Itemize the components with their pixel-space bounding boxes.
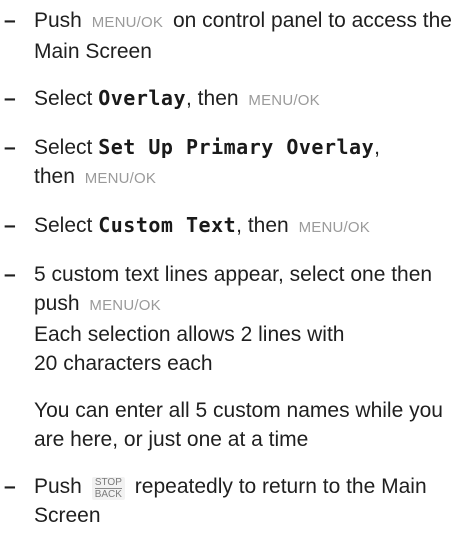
- step-4: – Select Custom Text, then MENU/OK: [0, 211, 471, 242]
- menu-ok-button-label: MENU/OK: [91, 14, 164, 31]
- step-text: , then: [186, 87, 239, 110]
- step-text: then: [34, 165, 75, 188]
- bullet-dash: –: [4, 214, 16, 237]
- bullet-dash: –: [4, 136, 16, 159]
- bullet-dash: –: [4, 87, 16, 110]
- step-text: Push: [34, 475, 82, 498]
- stop-key-label: STOP: [94, 477, 122, 488]
- step-text: Select: [34, 87, 93, 110]
- bullet-dash: –: [4, 9, 16, 32]
- step-6: – Push STOP BACK repeatedly to return to…: [0, 472, 471, 530]
- lcd-menu-item-overlay: Overlay: [98, 86, 187, 110]
- instruction-list: – Push MENU/OK on control panel to acces…: [0, 6, 471, 548]
- lcd-menu-item-custom-text: Custom Text: [98, 213, 237, 237]
- step-5: – 5 custom text lines appear, select one…: [0, 260, 471, 454]
- lcd-menu-item-set-up-primary-overlay: Set Up Primary Overlay: [98, 135, 375, 159]
- step-text: Push: [34, 9, 82, 32]
- step-3: – Select Set Up Primary Overlay, then ME…: [0, 133, 471, 193]
- step-2: – Select Overlay, then MENU/OK: [0, 84, 471, 115]
- step-text: ,: [374, 136, 380, 159]
- step-text: Select: [34, 214, 93, 237]
- menu-ok-button-label: MENU/OK: [89, 297, 161, 314]
- step-text: Select: [34, 136, 93, 159]
- back-key-label: BACK: [94, 489, 122, 500]
- menu-ok-button-label: MENU/OK: [248, 92, 320, 109]
- menu-ok-button-label: MENU/OK: [84, 170, 157, 187]
- step-text: Each selection allows 2 lines with: [34, 323, 345, 346]
- step-text: , then: [236, 214, 289, 237]
- bullet-dash: –: [4, 475, 16, 498]
- stop-back-key-icon: STOP BACK: [91, 477, 125, 500]
- step-1: – Push MENU/OK on control panel to acces…: [0, 6, 471, 66]
- step-text: 20 characters each: [34, 352, 213, 375]
- step-note: You can enter all 5 custom names while y…: [34, 399, 443, 451]
- menu-ok-button-label: MENU/OK: [298, 219, 370, 236]
- bullet-dash: –: [4, 263, 16, 286]
